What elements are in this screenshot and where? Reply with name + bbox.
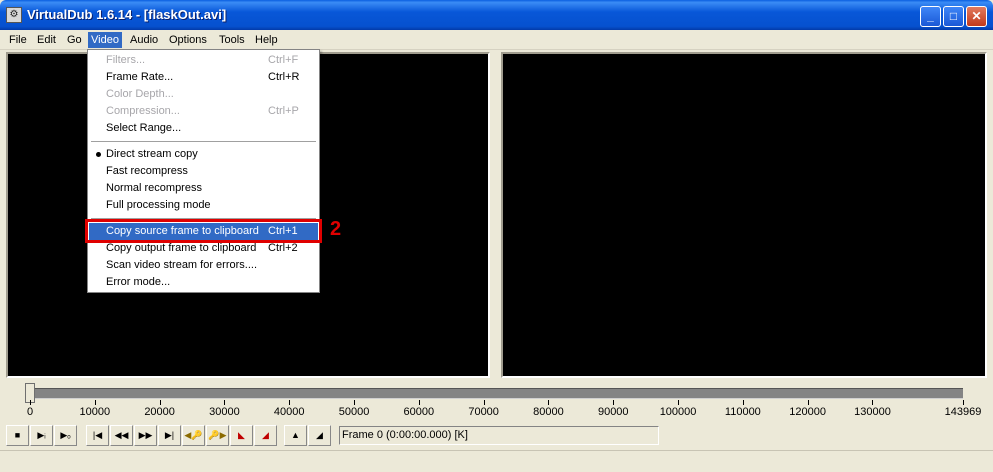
next-keyframe-icon: 🔑▶ xyxy=(208,430,227,440)
title-bar: ⚙ VirtualDub 1.6.14 - [flaskOut.avi] _ □… xyxy=(0,0,993,30)
timeline-tick-label: 120000 xyxy=(789,406,827,418)
timeline-tick-label: 130000 xyxy=(854,406,891,418)
step-back-button[interactable]: ◀◀ xyxy=(110,425,133,446)
annotation-highlight-box xyxy=(85,219,322,243)
play-input-button[interactable]: ▶ᵢ xyxy=(30,425,53,446)
step-back-icon: ◀◀ xyxy=(114,430,129,440)
step-forward-icon: ▶▶ xyxy=(138,430,153,440)
menu-bar: File Edit Go Video Audio Options Tools H… xyxy=(0,30,993,50)
mark-out-icon: ◢ xyxy=(316,430,323,440)
go-start-button[interactable]: |◀ xyxy=(86,425,109,446)
maximize-button[interactable]: □ xyxy=(943,6,964,27)
next-keyframe-button[interactable]: 🔑▶ xyxy=(206,425,229,446)
timeline-tick xyxy=(548,400,550,405)
step-forward-button[interactable]: ▶▶ xyxy=(134,425,157,446)
annotation-step-number: 2 xyxy=(330,218,342,240)
go-end-button[interactable]: ▶| xyxy=(158,425,181,446)
menu-tools[interactable]: Tools xyxy=(216,32,248,48)
timeline-tick xyxy=(354,400,356,405)
mark-in-icon: ▲ xyxy=(291,430,300,440)
timeline-tick xyxy=(159,400,161,405)
timeline-tick xyxy=(418,400,420,405)
timeline-tick xyxy=(963,400,964,405)
mark-in-button[interactable]: ▲ xyxy=(284,425,307,446)
minimize-icon: _ xyxy=(927,9,934,23)
timeline-tick-label: 70000 xyxy=(468,406,499,418)
timeline-tick-label: 60000 xyxy=(403,406,435,418)
timeline-tick xyxy=(807,400,809,405)
timeline-tick xyxy=(872,400,874,405)
menu-go[interactable]: Go xyxy=(64,32,85,48)
timeline-tick xyxy=(224,400,226,405)
close-button[interactable]: ✕ xyxy=(966,6,987,27)
menu-item-color-depth[interactable]: Color Depth... xyxy=(89,86,318,103)
scene-back-button[interactable]: ◣ xyxy=(230,425,253,446)
menu-item-full-processing[interactable]: Full processing mode xyxy=(89,197,318,214)
prev-keyframe-icon: ◀🔑 xyxy=(184,430,203,440)
timeline-tick xyxy=(94,400,96,405)
timeline-tick-label: 110000 xyxy=(724,406,761,418)
timeline-tick xyxy=(30,400,31,405)
scene-back-icon: ◣ xyxy=(238,430,245,440)
menu-item-filters[interactable]: Filters... Ctrl+F xyxy=(89,52,318,69)
output-video-pane[interactable] xyxy=(501,52,987,378)
stop-icon: ■ xyxy=(14,430,21,440)
menu-item-frame-rate[interactable]: Frame Rate... Ctrl+R xyxy=(89,69,318,86)
menu-file[interactable]: File xyxy=(6,32,30,48)
timeline-tick-label: 80000 xyxy=(533,406,564,418)
timeline-tick xyxy=(613,400,615,405)
menu-item-scan-errors[interactable]: Scan video stream for errors.... xyxy=(89,257,318,274)
timeline-tick-label: 10000 xyxy=(79,406,111,418)
timeline-tick-label: 30000 xyxy=(209,406,240,418)
timeline-tick xyxy=(678,400,680,405)
minimize-button[interactable]: _ xyxy=(920,6,941,27)
menu-edit[interactable]: Edit xyxy=(34,32,59,48)
radio-checked-icon xyxy=(96,152,101,157)
app-icon[interactable]: ⚙ xyxy=(6,7,22,23)
play-input-icon: ▶ᵢ xyxy=(37,430,46,440)
menu-audio[interactable]: Audio xyxy=(127,32,161,48)
go-start-icon: |◀ xyxy=(92,430,103,440)
scene-forward-button[interactable]: ◢ xyxy=(254,425,277,446)
frame-position-display: Frame 0 (0:00:00.000) [K] xyxy=(339,426,659,445)
video-menu-dropdown: Filters... Ctrl+F Frame Rate... Ctrl+R C… xyxy=(87,49,320,293)
scene-forward-icon: ◢ xyxy=(262,430,269,440)
timeline-tick-label: 100000 xyxy=(659,406,697,418)
menu-help[interactable]: Help xyxy=(252,32,281,48)
timeline-tick-label: 40000 xyxy=(273,406,305,418)
timeline-tick xyxy=(483,400,485,405)
play-output-button[interactable]: ▶ₒ xyxy=(54,425,77,446)
play-output-icon: ▶ₒ xyxy=(60,430,71,440)
maximize-icon: □ xyxy=(949,9,958,23)
status-bar xyxy=(0,450,993,472)
timeline-tick xyxy=(289,400,291,405)
go-end-icon: ▶| xyxy=(164,430,175,440)
window-title: VirtualDub 1.6.14 - [flaskOut.avi] xyxy=(27,7,227,22)
menu-item-compression[interactable]: Compression... Ctrl+P xyxy=(89,103,318,120)
timeline-slider-track[interactable] xyxy=(30,388,963,399)
menu-item-select-range[interactable]: Select Range... xyxy=(89,120,318,137)
prev-keyframe-button[interactable]: ◀🔑 xyxy=(182,425,205,446)
menu-options[interactable]: Options xyxy=(166,32,210,48)
timeline-tick-label: 50000 xyxy=(338,406,370,418)
menu-item-error-mode[interactable]: Error mode... xyxy=(89,274,318,291)
menu-item-normal-recompress[interactable]: Normal recompress xyxy=(89,180,318,197)
timeline-tick-label: 20000 xyxy=(144,406,175,418)
menu-item-direct-stream-copy[interactable]: Direct stream copy xyxy=(89,146,318,163)
close-icon: ✕ xyxy=(971,9,982,23)
menu-item-fast-recompress[interactable]: Fast recompress xyxy=(89,163,318,180)
menu-separator xyxy=(91,141,316,142)
stop-button[interactable]: ■ xyxy=(6,425,29,446)
menu-video[interactable]: Video xyxy=(88,32,122,48)
mark-out-button[interactable]: ◢ xyxy=(308,425,331,446)
timeline-tick-label: 0 xyxy=(26,406,34,418)
timeline-tick-label: 143969 xyxy=(944,406,982,418)
timeline-tick xyxy=(742,400,744,405)
timeline-tick-label: 90000 xyxy=(597,406,629,418)
